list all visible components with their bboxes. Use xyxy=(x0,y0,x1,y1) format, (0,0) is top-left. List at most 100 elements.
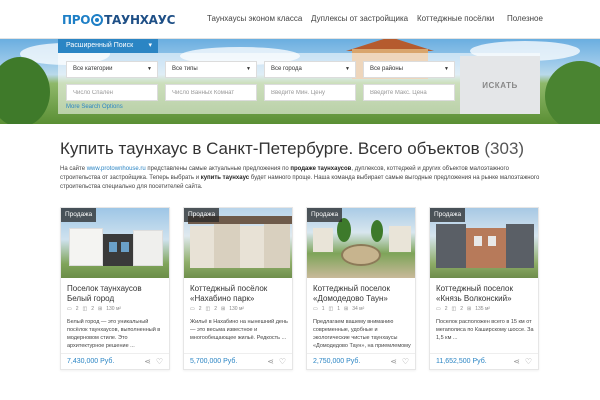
advanced-search-tab[interactable]: Расширенный Поиск ▾ xyxy=(58,39,158,53)
share-icon[interactable]: ⋖ xyxy=(513,357,520,366)
sale-badge: Продажа xyxy=(61,208,97,222)
property-name[interactable]: Поселок таунхаусов Белый город xyxy=(67,284,167,304)
share-icon[interactable]: ⋖ xyxy=(144,357,151,366)
site-link[interactable]: www.protownhouse.ru xyxy=(87,166,146,172)
city-select[interactable]: Все города ▼ xyxy=(264,61,356,78)
intro-text: На сайте xyxy=(60,166,87,172)
district-select-value: Все районы xyxy=(370,66,403,72)
card-footer: 5,700,000 Руб. ⋖ ♡ xyxy=(184,353,292,371)
bed-icon: ▭ xyxy=(436,306,441,312)
area-value: 130 м² xyxy=(229,306,245,312)
bedrooms-count: 2 xyxy=(444,306,448,312)
tree-graphic xyxy=(0,57,50,124)
logo-text-left: ПРО xyxy=(62,13,91,27)
nav-link-duplexes[interactable]: Дуплексы от застройщика xyxy=(311,14,408,23)
heart-icon[interactable]: ♡ xyxy=(156,357,163,366)
logo-text-right: ТАУНХАУС xyxy=(104,13,176,27)
max-price-input[interactable] xyxy=(363,84,455,101)
share-icon[interactable]: ⋖ xyxy=(390,357,397,366)
property-price: 7,430,000 Руб. xyxy=(67,358,115,365)
area-icon: ⊞ xyxy=(221,306,226,312)
property-description: Жильё в Нахабино на нынешний день — это … xyxy=(190,319,288,341)
nav-link-economy-townhouses[interactable]: Таунхаусы эконом класса xyxy=(207,14,302,23)
property-name[interactable]: Коттеджный поселок «Князь Волконский» xyxy=(436,284,536,304)
site-logo[interactable]: ПРО ТАУНХАУС xyxy=(62,10,175,30)
chevron-down-icon: ▾ xyxy=(148,42,152,49)
chevron-down-icon: ▼ xyxy=(147,66,152,72)
property-meta: ▭ 2 ◫ 2 ⊞ 130 м² xyxy=(67,306,121,312)
bathrooms-count: 2 xyxy=(214,306,218,312)
district-select[interactable]: Все районы ▼ xyxy=(363,61,455,78)
area-icon: ⊞ xyxy=(344,306,349,312)
bathrooms-count: 2 xyxy=(91,306,95,312)
bed-icon: ▭ xyxy=(313,306,318,312)
area-value: 34 м² xyxy=(352,306,365,312)
logo-ring-icon xyxy=(91,14,104,26)
page-title-text: Купить таунхаус в Санкт-Петербурге. Всег… xyxy=(60,139,480,158)
card-footer: 7,430,000 Руб. ⋖ ♡ xyxy=(61,353,169,371)
category-select[interactable]: Все категории ▼ xyxy=(66,61,158,78)
property-description: Поселок расположен всего в 15 км от мега… xyxy=(436,319,534,341)
bedrooms-count: 2 xyxy=(75,306,79,312)
bedrooms-count: 1 xyxy=(321,306,325,312)
property-card[interactable]: Продажа Коттеджный поселок «Домодедово Т… xyxy=(306,207,416,370)
heart-icon[interactable]: ♡ xyxy=(525,357,532,366)
property-card[interactable]: Продажа Коттеджный посёлок «Нахабино пар… xyxy=(183,207,293,370)
property-meta: ▭ 2 ◫ 2 ⊞ 130 м² xyxy=(190,306,244,312)
page-title: Купить таунхаус в Санкт-Петербурге. Всег… xyxy=(60,139,524,159)
chevron-down-icon: ▼ xyxy=(246,66,251,72)
site-header: ПРО ТАУНХАУС Таунхаусы эконом класса Дуп… xyxy=(0,0,600,39)
bathrooms-count: 1 xyxy=(337,306,341,312)
advanced-search-label: Расширенный Поиск xyxy=(66,42,134,49)
property-description: Предлагаем вашему вниманию современные, … xyxy=(313,319,411,349)
bath-icon: ◫ xyxy=(82,306,88,312)
heart-icon[interactable]: ♡ xyxy=(402,357,409,366)
intro-paragraph: На сайте www.protownhouse.ru представлен… xyxy=(60,165,540,192)
property-name[interactable]: Коттеджный посёлок «Нахабино парк» xyxy=(190,284,290,304)
category-select-value: Все категории xyxy=(73,66,113,72)
property-price: 11,652,500 Руб. xyxy=(436,358,487,365)
property-price: 5,700,000 Руб. xyxy=(190,358,238,365)
intro-bold: купить таунхаус xyxy=(200,175,250,181)
area-icon: ⊞ xyxy=(467,306,472,312)
tree-graphic xyxy=(545,61,600,124)
more-search-options-link[interactable]: More Search Options xyxy=(66,104,123,110)
property-description: Белый город — это уникальный посёлок тау… xyxy=(67,319,161,349)
property-price: 2,750,000 Руб. xyxy=(313,358,361,365)
city-select-value: Все города xyxy=(271,66,302,72)
sale-badge: Продажа xyxy=(184,208,220,222)
property-card[interactable]: Продажа Коттеджный поселок «Князь Волкон… xyxy=(429,207,539,370)
intro-text: представлены самые актуальные предложени… xyxy=(145,166,291,172)
property-meta: ▭ 1 ◫ 1 ⊞ 34 м² xyxy=(313,306,364,312)
area-value: 130 м² xyxy=(106,306,122,312)
bath-icon: ◫ xyxy=(328,306,334,312)
bathrooms-count: 2 xyxy=(460,306,464,312)
property-name[interactable]: Коттеджный поселок «Домодедово Таун» xyxy=(313,284,413,304)
sale-badge: Продажа xyxy=(307,208,343,222)
type-select-value: Все типы xyxy=(172,66,198,72)
area-icon: ⊞ xyxy=(98,306,103,312)
area-value: 135 м² xyxy=(475,306,491,312)
card-footer: 11,652,500 Руб. ⋖ ♡ xyxy=(430,353,538,371)
share-icon[interactable]: ⋖ xyxy=(267,357,274,366)
nav-link-cottage-villages[interactable]: Коттеджные посёлки xyxy=(417,14,494,23)
chevron-down-icon: ▼ xyxy=(444,66,449,72)
bedrooms-input[interactable] xyxy=(66,84,158,101)
nav-link-useful[interactable]: Полезное xyxy=(507,14,543,23)
search-button[interactable]: ИСКАТЬ xyxy=(460,56,540,114)
type-select[interactable]: Все типы ▼ xyxy=(165,61,257,78)
property-card[interactable]: Продажа Поселок таунхаусов Белый город ▭… xyxy=(60,207,170,370)
bath-icon: ◫ xyxy=(205,306,211,312)
sale-badge: Продажа xyxy=(430,208,466,222)
objects-count: (303) xyxy=(484,139,525,158)
chevron-down-icon: ▼ xyxy=(345,66,350,72)
property-meta: ▭ 2 ◫ 2 ⊞ 135 м² xyxy=(436,306,490,312)
bed-icon: ▭ xyxy=(67,306,72,312)
bathrooms-input[interactable] xyxy=(165,84,257,101)
intro-bold: продаже таунхаусов xyxy=(290,166,352,172)
heart-icon[interactable]: ♡ xyxy=(279,357,286,366)
min-price-input[interactable] xyxy=(264,84,356,101)
card-footer: 2,750,000 Руб. ⋖ ♡ xyxy=(307,353,415,371)
bath-icon: ◫ xyxy=(451,306,457,312)
bed-icon: ▭ xyxy=(190,306,195,312)
